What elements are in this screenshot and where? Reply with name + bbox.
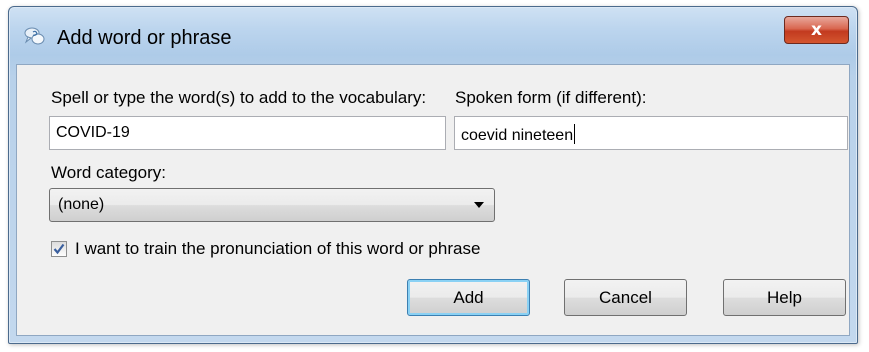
- title-bar[interactable]: Add word or phrase x: [9, 7, 857, 55]
- spoken-form-label: Spoken form (if different):: [455, 88, 647, 107]
- text-caret: [574, 124, 576, 144]
- add-button[interactable]: Add: [407, 279, 530, 316]
- close-button[interactable]: x: [784, 16, 849, 44]
- checkmark-icon: [53, 243, 65, 255]
- word-input[interactable]: COVID-19: [49, 116, 446, 150]
- close-icon: x: [811, 20, 822, 40]
- word-category-value: (none): [58, 196, 105, 213]
- train-pronunciation-checkbox[interactable]: [51, 241, 67, 257]
- word-category-select[interactable]: (none): [49, 188, 495, 222]
- window-title: Add word or phrase: [57, 27, 232, 49]
- train-pronunciation-label[interactable]: I want to train the pronunciation of thi…: [75, 239, 480, 259]
- help-button[interactable]: Help: [723, 279, 846, 316]
- dialog-window: Add word or phrase x Spell or type the w…: [8, 6, 858, 344]
- word-category-label: Word category:: [51, 163, 166, 182]
- spoken-form-value: coevid nineteen: [461, 127, 574, 144]
- spell-label: Spell or type the word(s) to add to the …: [51, 88, 427, 107]
- word-input-value: COVID-19: [56, 124, 130, 141]
- cancel-button[interactable]: Cancel: [564, 279, 687, 316]
- chevron-down-icon: [474, 202, 484, 208]
- spoken-form-input[interactable]: coevid nineteen: [454, 116, 848, 150]
- dialog-body: Spell or type the word(s) to add to the …: [16, 64, 850, 336]
- dragon-speech-icon: [23, 25, 45, 47]
